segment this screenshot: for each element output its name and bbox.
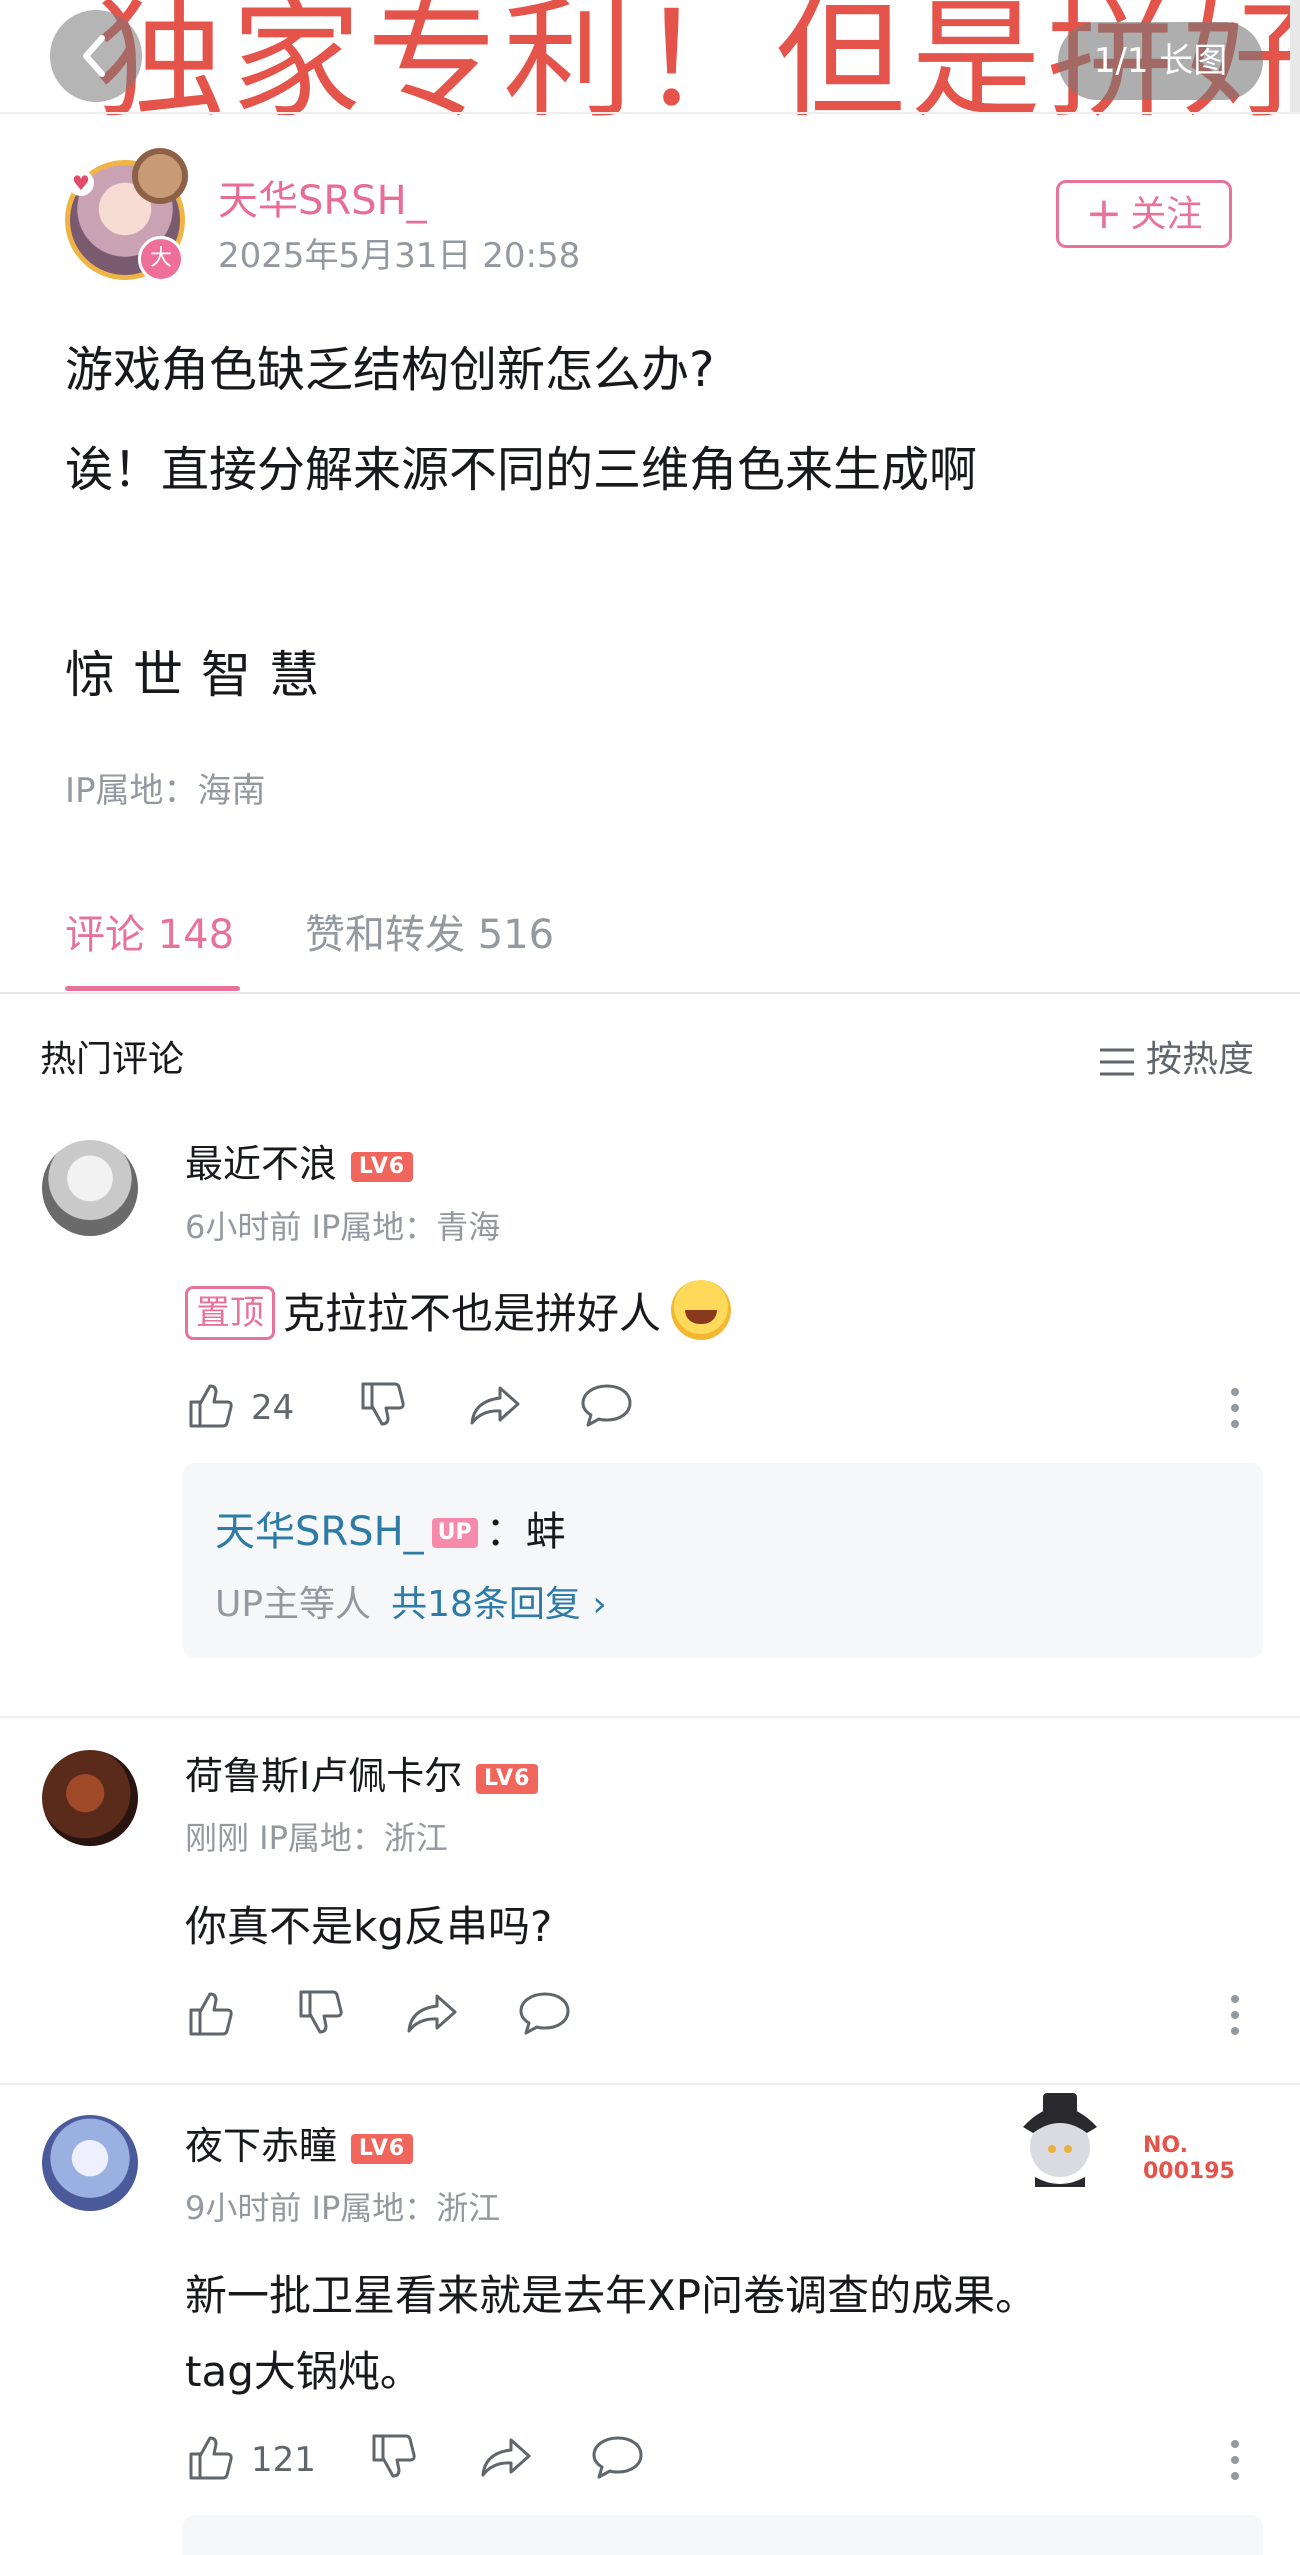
chevron-right-icon: › bbox=[592, 1584, 607, 1625]
share-button[interactable] bbox=[468, 1380, 522, 1436]
back-button[interactable] bbox=[50, 10, 142, 102]
tabs-divider bbox=[0, 992, 1300, 994]
post-ip-location: IP属地：海南 bbox=[65, 771, 266, 811]
follow-button[interactable]: + 关注 bbox=[1056, 180, 1232, 248]
comment-actions: 121 bbox=[185, 2432, 1185, 2488]
page-count: 1/1 bbox=[1093, 41, 1149, 81]
chevron-left-icon bbox=[83, 35, 105, 77]
sort-label: 按热度 bbox=[1146, 1039, 1255, 1080]
comment-meta: 刚刚 IP属地：浙江 bbox=[185, 1819, 448, 1857]
tab-active-indicator bbox=[65, 986, 240, 991]
more-options-icon[interactable] bbox=[1228, 1388, 1242, 1436]
share-arrow-icon bbox=[407, 1994, 457, 2033]
reply-button[interactable] bbox=[518, 1988, 572, 2044]
chat-bubble-icon bbox=[581, 1384, 632, 1427]
reply-summary-line: UP主等人 共18条回复 › bbox=[215, 1575, 607, 1627]
comment-avatar[interactable] bbox=[42, 1140, 138, 1236]
post-text-line-2: 诶！直接分解来源不同的三维角色来生成啊 bbox=[65, 442, 978, 498]
comment-text: 你真不是kg反串吗? bbox=[185, 1902, 553, 1951]
more-options-icon[interactable] bbox=[1228, 2440, 1242, 2488]
author-name[interactable]: 天华SRSH_ bbox=[218, 168, 427, 226]
thumbs-down-icon bbox=[361, 1382, 405, 1426]
chat-bubble-icon bbox=[592, 2436, 643, 2479]
tab-likes-shares[interactable]: 赞和转发 516 bbox=[305, 902, 554, 960]
comment-avatar[interactable] bbox=[42, 2115, 138, 2211]
fan-medal-number: NO. 000195 bbox=[1143, 2133, 1235, 2184]
big-member-badge: 大 bbox=[138, 236, 184, 282]
comment-author: 最近不浪 LV6 bbox=[185, 1133, 414, 1188]
more-options-icon[interactable] bbox=[1228, 1995, 1242, 2043]
thumbs-up-icon bbox=[189, 2436, 233, 2480]
post-text-wisdom: 惊世智慧 bbox=[65, 646, 337, 704]
reply-author[interactable]: 天华SRSH_ bbox=[215, 1509, 424, 1555]
like-button[interactable] bbox=[185, 2432, 235, 2488]
pinned-tag: 置顶 bbox=[185, 1286, 275, 1340]
post-datetime: 2025年5月31日 20:58 bbox=[218, 236, 581, 276]
comment-text-line-1: 新一批卫星看来就是去年XP问卷调查的成果。 bbox=[185, 2271, 1038, 2320]
level-badge: LV6 bbox=[476, 1764, 539, 1794]
reply-button[interactable] bbox=[591, 2432, 645, 2488]
comment-author-name[interactable]: 荷鲁斯I卢佩卡尔 bbox=[185, 1754, 462, 1798]
dislike-button[interactable] bbox=[295, 1988, 345, 2044]
heart-icon: ♥ bbox=[68, 170, 94, 196]
follow-label: 关注 bbox=[1130, 194, 1203, 235]
reply-preview-line: 天华SRSH_ UP ：蚌 bbox=[215, 1499, 566, 1557]
scrollbar[interactable] bbox=[1290, 0, 1300, 112]
hot-comments-title: 热门评论 bbox=[40, 1039, 185, 1080]
share-button[interactable] bbox=[479, 2432, 533, 2488]
reply-button[interactable] bbox=[580, 1380, 634, 1436]
like-count: 121 bbox=[251, 2440, 316, 2480]
comment-text-line-2: tag大锅炖。 bbox=[185, 2347, 422, 2396]
reply-summary: UP主等人 bbox=[215, 1584, 372, 1625]
level-badge: LV6 bbox=[351, 2134, 414, 2164]
laughing-emoji-icon bbox=[671, 1280, 732, 1340]
avatar-decoration bbox=[132, 148, 188, 204]
menu-lines-icon bbox=[1100, 1048, 1134, 1076]
reply-text: ：蚌 bbox=[485, 1509, 566, 1555]
up-badge: UP bbox=[431, 1518, 478, 1548]
dislike-button[interactable] bbox=[357, 1380, 407, 1436]
post-text-line-1: 游戏角色缺乏结构创新怎么办? bbox=[65, 342, 715, 398]
tab-comments[interactable]: 评论 148 bbox=[65, 902, 234, 960]
reply-preview-partial[interactable] bbox=[183, 2515, 1263, 2555]
comment-actions bbox=[185, 1988, 1185, 2044]
header-divider bbox=[0, 112, 1300, 114]
comment-divider bbox=[0, 1716, 1300, 1718]
thumbs-down-icon bbox=[299, 1990, 343, 2034]
share-arrow-icon bbox=[470, 1386, 520, 1425]
long-image-label: 长图 bbox=[1159, 41, 1228, 81]
comment-meta: 9小时前 IP属地：浙江 bbox=[185, 2189, 501, 2227]
comment-text-content: 克拉拉不也是拼好人 bbox=[283, 1289, 662, 1338]
thumbs-up-icon bbox=[189, 1384, 233, 1428]
comment-avatar[interactable] bbox=[42, 1750, 138, 1846]
comment-text: 置顶 克拉拉不也是拼好人 bbox=[185, 1280, 732, 1341]
fan-medal-character-icon[interactable] bbox=[1005, 2085, 1115, 2195]
sort-by-hot-button[interactable]: 按热度 bbox=[1098, 1030, 1254, 1082]
like-button[interactable] bbox=[185, 1988, 235, 2044]
comment-author-name[interactable]: 最近不浪 bbox=[185, 1142, 337, 1186]
comment-author-name[interactable]: 夜下赤瞳 bbox=[185, 2124, 337, 2168]
reply-preview[interactable]: 天华SRSH_ UP ：蚌 UP主等人 共18条回复 › bbox=[183, 1463, 1263, 1658]
comment-actions: 24 bbox=[185, 1380, 1185, 1436]
share-button[interactable] bbox=[405, 1988, 459, 2044]
share-arrow-icon bbox=[481, 2438, 531, 2477]
level-badge: LV6 bbox=[351, 1152, 414, 1182]
plus-icon: + bbox=[1085, 188, 1123, 239]
thumbs-down-icon bbox=[372, 2434, 416, 2478]
thumbs-up-icon bbox=[189, 1992, 233, 2036]
comment-author: 荷鲁斯I卢佩卡尔 LV6 bbox=[185, 1745, 539, 1800]
comment-author: 夜下赤瞳 LV6 bbox=[185, 2115, 414, 2170]
view-replies-link[interactable]: 共18条回复 › bbox=[391, 1584, 607, 1625]
like-button[interactable] bbox=[185, 1380, 235, 1436]
comment-meta: 6小时前 IP属地：青海 bbox=[185, 1208, 501, 1246]
page-indicator[interactable]: 1/1 长图 bbox=[1058, 22, 1263, 100]
dislike-button[interactable] bbox=[368, 2432, 418, 2488]
chat-bubble-icon bbox=[519, 1992, 570, 2035]
like-count: 24 bbox=[251, 1388, 295, 1428]
